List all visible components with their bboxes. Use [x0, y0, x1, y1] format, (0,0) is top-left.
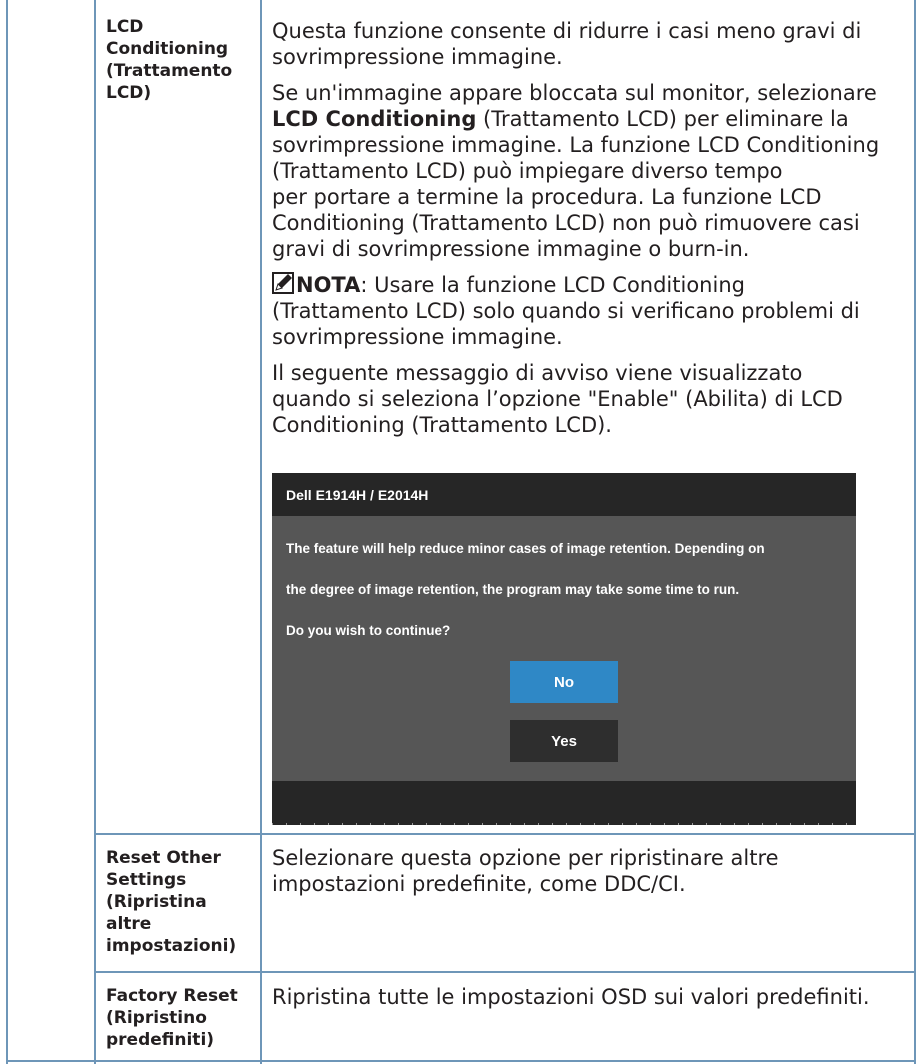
row-label-lcd-conditioning: LCD Conditioning (Trattamento LCD): [106, 17, 233, 103]
document-page: LCD Conditioning (Trattamento LCD) Quest…: [0, 0, 922, 1064]
osd-yes-button[interactable]: Yes: [510, 720, 618, 762]
row-label-reset-other-settings: Reset Other Settings (Ripristina altre i…: [106, 848, 237, 956]
table-border-col1: [94, 0, 96, 1064]
paragraph-warning-intro: Il seguente messaggio di avviso viene vi…: [272, 361, 843, 437]
paragraph-usage-start: Se un'immagine appare bloccata sul monit…: [272, 81, 877, 105]
osd-message-line-3: Do you wish to continue?: [286, 623, 451, 638]
paragraph-usage: Se un'immagine appare bloccata sul monit…: [272, 80, 906, 262]
table-border-right: [914, 0, 916, 1064]
note-text: : Usare la funzione LCD Conditioning (Tr…: [272, 273, 860, 349]
row-description-factory-reset: Ripristina tutte le impostazioni OSD sui…: [272, 984, 906, 1020]
osd-warning-dialog: Dell E1914H / E2014H The feature will he…: [272, 473, 856, 825]
osd-message-line-2: the degree of image retention, the progr…: [286, 582, 740, 597]
paragraph-intro: Questa funzione consente di ridurre i ca…: [272, 19, 862, 69]
note-label: NOTA: [296, 273, 361, 297]
osd-title-bar: Dell E1914H / E2014H: [272, 473, 856, 516]
osd-no-button[interactable]: No: [510, 661, 618, 703]
reset-other-settings-text: Selezionare questa opzione per ripristin…: [272, 846, 779, 896]
pencil-note-icon: [272, 272, 294, 294]
factory-reset-text: Ripristina tutte le impostazioni OSD sui…: [272, 985, 870, 1009]
row-description-reset-other-settings: Selezionare questa opzione per ripristin…: [272, 845, 906, 907]
row-label-factory-reset: Factory Reset (Ripristino predefiniti): [106, 986, 238, 1050]
osd-dotted-divider: [272, 823, 856, 825]
osd-title: Dell E1914H / E2014H: [286, 487, 429, 503]
row-description-lcd-conditioning: Questa funzione consente di ridurre i ca…: [272, 18, 906, 448]
table-border-left: [6, 0, 8, 1064]
osd-message-line-1: The feature will help reduce minor cases…: [286, 541, 765, 556]
lcd-conditioning-bold-term: LCD Conditioning: [272, 107, 477, 131]
note-paragraph: NOTA: Usare la funzione LCD Conditioning…: [272, 272, 906, 350]
table-border-col2: [260, 0, 262, 1064]
table-border-row1: [94, 833, 916, 835]
osd-footer-bar: [272, 781, 856, 825]
table-border-bottom: [6, 1060, 916, 1062]
table-border-row2: [94, 971, 916, 973]
